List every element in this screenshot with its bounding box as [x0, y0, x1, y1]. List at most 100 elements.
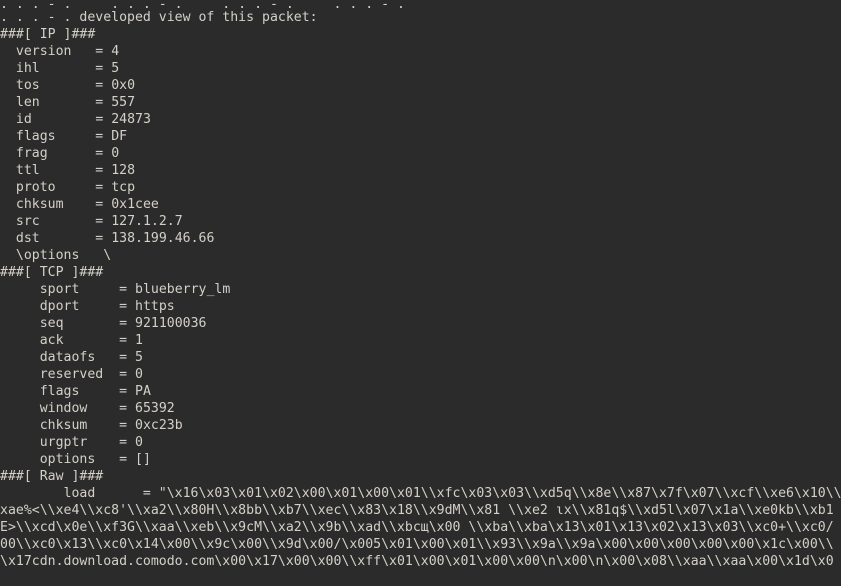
field-pad — [40, 231, 96, 246]
field-indent — [0, 129, 16, 144]
field-pad — [95, 350, 119, 365]
field-name: dport — [39, 299, 80, 314]
field-ip-chksum: chksum = 0x1cee — [0, 196, 841, 213]
field-equals: = — [119, 350, 128, 365]
field-ip-len: len = 557 — [0, 94, 841, 111]
field-space — [127, 452, 135, 467]
raw-payload-line: xae%<\\xe4\\xc8'\\xa2\\x80H\\x8bb\\xb7\\… — [0, 503, 834, 518]
raw-load-line: load = "\x16\x03\x01\x02\x00\x01\x00\x01… — [0, 486, 841, 501]
field-space — [103, 61, 111, 76]
field-space — [103, 197, 111, 212]
field-ip-dst: dst = 138.199.46.66 — [0, 230, 841, 247]
field-value: 0x0 — [111, 78, 136, 93]
field-value: 138.199.46.66 — [111, 231, 215, 246]
field-tcp-sport: sport = blueberry_lm — [0, 281, 841, 298]
field-pad — [40, 95, 96, 110]
raw-payload-line: \x17cdn.download.comodo.com\x00\x17\x00\… — [0, 554, 834, 569]
field-name: version — [15, 44, 72, 59]
field-value: [] — [135, 452, 151, 467]
field-pad — [95, 452, 119, 467]
field-equals: = — [119, 452, 128, 467]
field-space — [103, 44, 111, 59]
field-value: 921100036 — [135, 316, 207, 331]
raw-payload-line: E>\\xcd\x0e\\xf3G\\xaa\\xeb\\x9cM\\xa2\\… — [0, 520, 834, 535]
field-indent — [0, 401, 40, 416]
field-equals: = — [119, 299, 128, 314]
field-name: options — [39, 452, 96, 467]
field-ip-ttl: ttl = 128 — [0, 162, 841, 179]
field-value: 5 — [135, 350, 143, 365]
field-name: chksum — [39, 418, 88, 433]
field-space — [103, 146, 111, 161]
field-indent — [0, 316, 40, 331]
field-name: flags — [15, 129, 56, 144]
field-name: id — [15, 112, 32, 127]
field-value: 24873 — [111, 112, 151, 127]
field-value: 0 — [135, 435, 143, 450]
intro-line: . . . - . developed view of this packet: — [0, 10, 318, 25]
field-value: 5 — [111, 61, 120, 76]
field-name: proto — [15, 180, 56, 195]
field-name: flags — [39, 384, 80, 399]
field-indent — [0, 61, 16, 76]
field-ip-tos: tos = 0x0 — [0, 77, 841, 94]
field-tcp-chksum: chksum = 0xc23b — [0, 417, 841, 434]
field-pad — [40, 214, 96, 229]
field-indent — [0, 435, 40, 450]
field-space — [103, 180, 111, 195]
field-indent — [0, 418, 40, 433]
terminal-scrollback: . . . - . . . . - . . . . - . . . . - . … — [0, 0, 841, 570]
field-equals: = — [119, 367, 128, 382]
layer-header-ip: ###[ IP ]### — [0, 27, 96, 42]
field-indent — [0, 180, 16, 195]
field-indent — [0, 163, 16, 178]
field-tcp-urgptr: urgptr = 0 — [0, 434, 841, 451]
field-value: 127.1.2.7 — [111, 214, 183, 229]
field-pad — [64, 197, 96, 212]
field-value: 1 — [135, 333, 143, 348]
field-name: window — [39, 401, 88, 416]
field-space — [103, 129, 111, 144]
field-tcp-flags: flags = PA — [0, 383, 841, 400]
field-value: 0 — [135, 367, 143, 382]
field-name: ttl — [15, 163, 40, 178]
field-name: len — [15, 95, 40, 110]
field-indent — [0, 95, 16, 110]
terminal-window[interactable]: . . . - . . . . - . . . . - . . . . - . … — [0, 0, 841, 586]
field-indent — [0, 350, 40, 365]
field-space — [103, 214, 111, 229]
field-space — [127, 367, 135, 382]
field-indent — [0, 282, 40, 297]
field-pad — [87, 435, 119, 450]
field-name: dst — [15, 231, 40, 246]
field-pad — [40, 163, 96, 178]
field-value: 4 — [111, 44, 120, 59]
field-indent — [0, 146, 16, 161]
field-indent — [0, 214, 16, 229]
field-equals: = — [119, 384, 128, 399]
field-space — [127, 299, 135, 314]
field-tcp-dataofs: dataofs = 5 — [0, 349, 841, 366]
field-indent — [0, 197, 16, 212]
field-name: ihl — [15, 61, 40, 76]
field-tcp-seq: seq = 921100036 — [0, 315, 841, 332]
field-pad — [48, 146, 96, 161]
field-space — [127, 384, 135, 399]
field-ip-flags: flags = DF — [0, 128, 841, 145]
layer-header-tcp: ###[ TCP ]### — [0, 265, 104, 280]
field-ip-frag: frag = 0 — [0, 145, 841, 162]
field-name: tos — [15, 78, 40, 93]
field-value: 0xc23b — [135, 418, 183, 433]
field-name: sport — [39, 282, 80, 297]
field-space — [127, 333, 135, 348]
field-name: dataofs — [39, 350, 96, 365]
field-indent — [0, 78, 16, 93]
field-pad — [56, 129, 96, 144]
field-space — [127, 418, 135, 433]
field-pad — [103, 367, 119, 382]
field-ip-id: id = 24873 — [0, 111, 841, 128]
field-value: blueberry_lm — [135, 282, 231, 297]
field-space — [103, 95, 111, 110]
field-ip-version: version = 4 — [0, 43, 841, 60]
field-ip-src: src = 127.1.2.7 — [0, 213, 841, 230]
